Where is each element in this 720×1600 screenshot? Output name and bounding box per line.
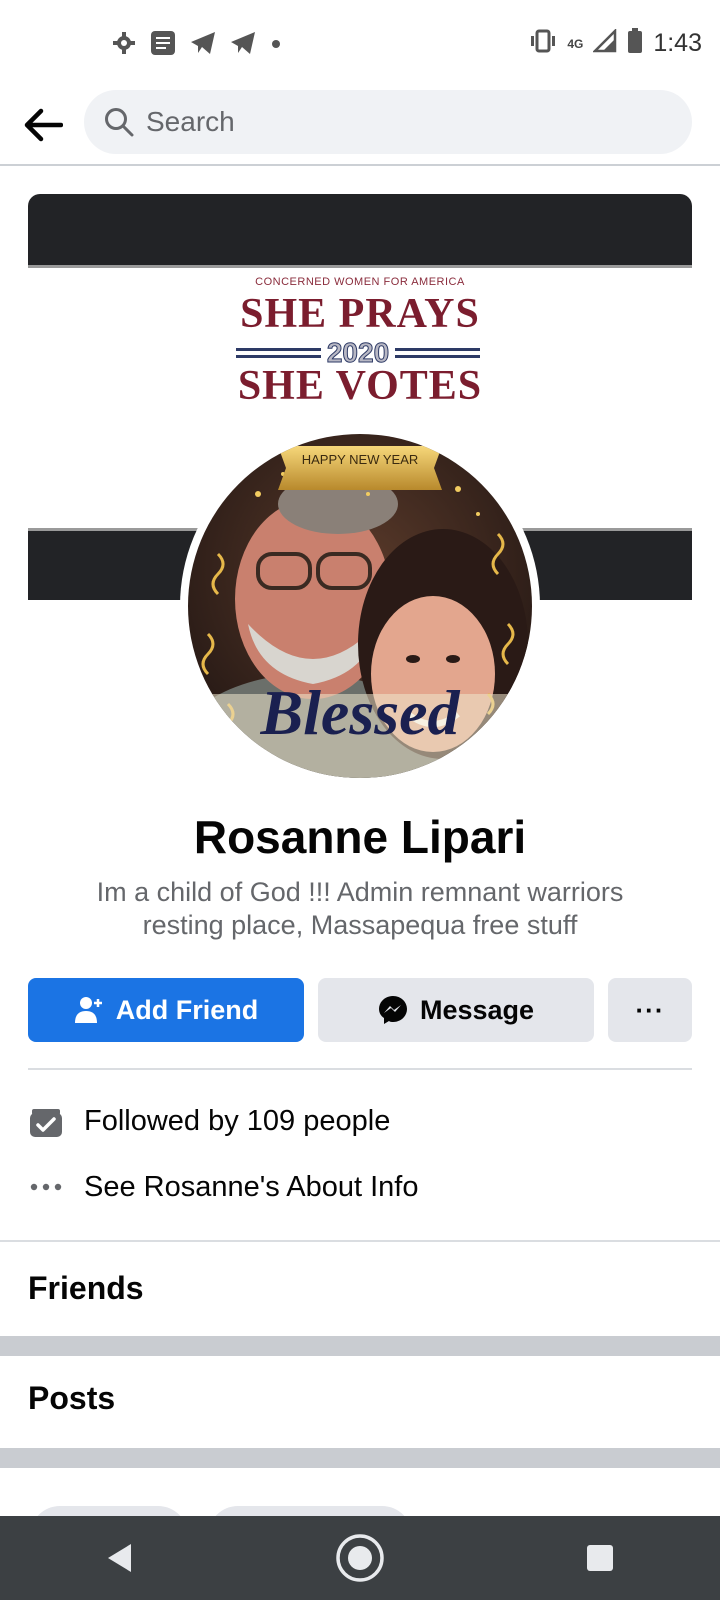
status-bar-notifications xyxy=(112,30,282,61)
message-notification-icon xyxy=(150,30,176,61)
nav-home-button[interactable] xyxy=(330,1528,390,1588)
status-time: 1:43 xyxy=(653,29,702,57)
profile-picture[interactable]: HAPPY NEW YEAR Blessed xyxy=(180,426,540,786)
cover-headline-bottom: SHE VOTES xyxy=(237,363,483,409)
add-friend-button[interactable]: Add Friend xyxy=(28,978,304,1042)
vibrate-icon xyxy=(529,29,557,58)
add-friend-label: Add Friend xyxy=(115,994,259,1025)
cover-org-text: CONCERNED WOMEN FOR AMERICA xyxy=(255,276,465,288)
settings-icon xyxy=(112,31,136,60)
followers-icon xyxy=(28,1103,64,1139)
back-arrow-icon xyxy=(24,108,63,142)
about-info-row[interactable]: See Rosanne's About Info xyxy=(28,1162,692,1212)
divider xyxy=(0,1240,720,1242)
avatar-caption-text: Blessed xyxy=(260,677,460,748)
search-bar[interactable] xyxy=(84,90,692,154)
telegram-icon xyxy=(230,31,256,60)
search-icon xyxy=(105,108,134,137)
more-options-button[interactable]: ··· xyxy=(608,978,692,1042)
friends-section-title[interactable]: Friends xyxy=(28,1270,144,1307)
cover-headline-top: SHE PRAYS xyxy=(240,291,480,337)
system-navigation-bar xyxy=(0,1516,720,1600)
nav-recents-icon xyxy=(587,1545,613,1571)
search-header xyxy=(0,88,720,166)
telegram-icon xyxy=(190,31,216,60)
status-bar: 4G 1:43 xyxy=(0,0,720,88)
more-options-icon: ··· xyxy=(635,994,665,1025)
add-friend-icon xyxy=(74,997,102,1023)
message-button[interactable]: Message xyxy=(318,978,594,1042)
posts-section-title[interactable]: Posts xyxy=(28,1380,115,1417)
section-separator xyxy=(0,1448,720,1468)
nav-back-button[interactable] xyxy=(90,1528,150,1588)
nav-home-icon xyxy=(336,1534,384,1582)
message-label: Message xyxy=(419,994,535,1025)
status-bar-system: 4G 1:43 xyxy=(529,27,702,59)
ellipsis-icon xyxy=(28,1169,64,1205)
about-info-text: See Rosanne's About Info xyxy=(84,1170,419,1203)
battery-icon xyxy=(627,28,643,59)
dot-icon xyxy=(270,37,282,55)
search-input[interactable] xyxy=(146,106,646,138)
back-button[interactable] xyxy=(20,102,66,148)
nav-recents-button[interactable] xyxy=(570,1528,630,1588)
section-separator xyxy=(0,1336,720,1356)
avatar-banner-text: HAPPY NEW YEAR xyxy=(301,452,419,467)
profile-bio: Im a child of God !!! Admin remnant warr… xyxy=(96,877,624,940)
followers-text: Followed by 109 people xyxy=(84,1104,391,1137)
profile-name: Rosanne Lipari xyxy=(193,811,527,863)
divider xyxy=(28,1068,692,1070)
cover-top-band xyxy=(28,194,692,268)
messenger-icon xyxy=(378,996,407,1024)
profile-actions: Add Friend Message ··· xyxy=(28,978,692,1042)
followers-row[interactable]: Followed by 109 people xyxy=(28,1096,692,1146)
network-type-label: 4G xyxy=(567,36,584,51)
signal-icon xyxy=(592,27,617,58)
nav-back-icon xyxy=(108,1544,131,1572)
